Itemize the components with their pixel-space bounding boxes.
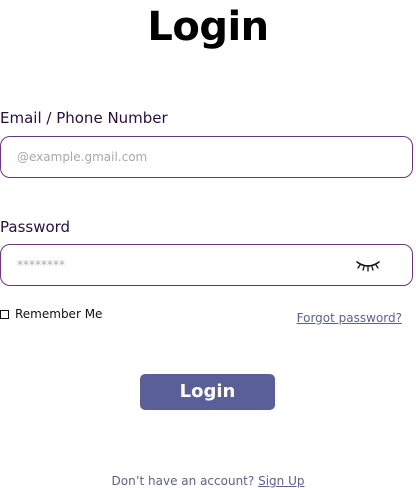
forgot-password-link[interactable]: Forgot password? xyxy=(297,311,402,325)
email-field[interactable] xyxy=(17,146,337,168)
login-button[interactable]: Login xyxy=(140,374,275,410)
email-label: Email / Phone Number xyxy=(0,109,168,127)
password-field[interactable] xyxy=(17,254,337,276)
signup-link[interactable]: Sign Up xyxy=(258,474,304,488)
password-label: Password xyxy=(0,218,71,236)
page-title: Login xyxy=(147,4,269,50)
signup-prompt: Don’t have an account? Sign Up xyxy=(0,474,416,488)
login-page: Login Email / Phone Number Password Reme… xyxy=(0,0,416,490)
password-field-container[interactable] xyxy=(0,244,413,286)
signup-prompt-text: Don’t have an account? xyxy=(111,474,255,488)
closed-eye-icon[interactable] xyxy=(354,257,382,273)
remember-me-label: Remember Me xyxy=(15,307,103,321)
remember-me-option[interactable]: Remember Me xyxy=(0,307,102,321)
email-field-container[interactable] xyxy=(0,136,413,178)
remember-me-checkbox[interactable] xyxy=(0,309,9,319)
